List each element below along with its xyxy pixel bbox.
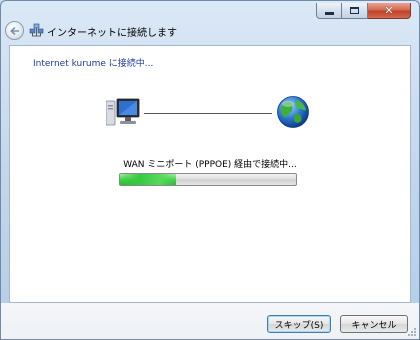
dialog-window: ✕ インターネットに接続します Internet kurume に接続中... <box>0 0 420 340</box>
computer-icon <box>106 98 140 126</box>
skip-button[interactable]: スキップ(S) <box>267 315 331 333</box>
progress-fill <box>120 174 177 185</box>
minimize-icon <box>324 12 334 15</box>
resize-grip-icon[interactable] <box>407 327 417 337</box>
progress-bar <box>119 173 297 186</box>
globe-icon <box>277 96 309 128</box>
content-panel: Internet kurume に接続中... WAN ミニポート (PPPOE… <box>9 45 411 303</box>
caption-buttons: ✕ <box>316 3 411 19</box>
maximize-button[interactable] <box>342 3 368 19</box>
button-bar: スキップ(S) キャンセル <box>1 303 419 339</box>
back-arrow-icon <box>10 26 19 35</box>
status-text: WAN ミニポート (PPPOE) 経由で接続中... <box>123 160 297 170</box>
network-connection-icon <box>29 23 44 37</box>
maximize-icon <box>350 7 359 14</box>
close-icon: ✕ <box>384 4 394 17</box>
back-button[interactable] <box>5 21 24 40</box>
minimize-button[interactable] <box>316 3 342 19</box>
connection-line <box>144 113 272 114</box>
close-button[interactable]: ✕ <box>368 3 411 19</box>
window-title: インターネットに接続します <box>47 28 177 39</box>
cancel-button[interactable]: キャンセル <box>340 315 408 333</box>
connecting-heading: Internet kurume に接続中... <box>33 59 154 69</box>
